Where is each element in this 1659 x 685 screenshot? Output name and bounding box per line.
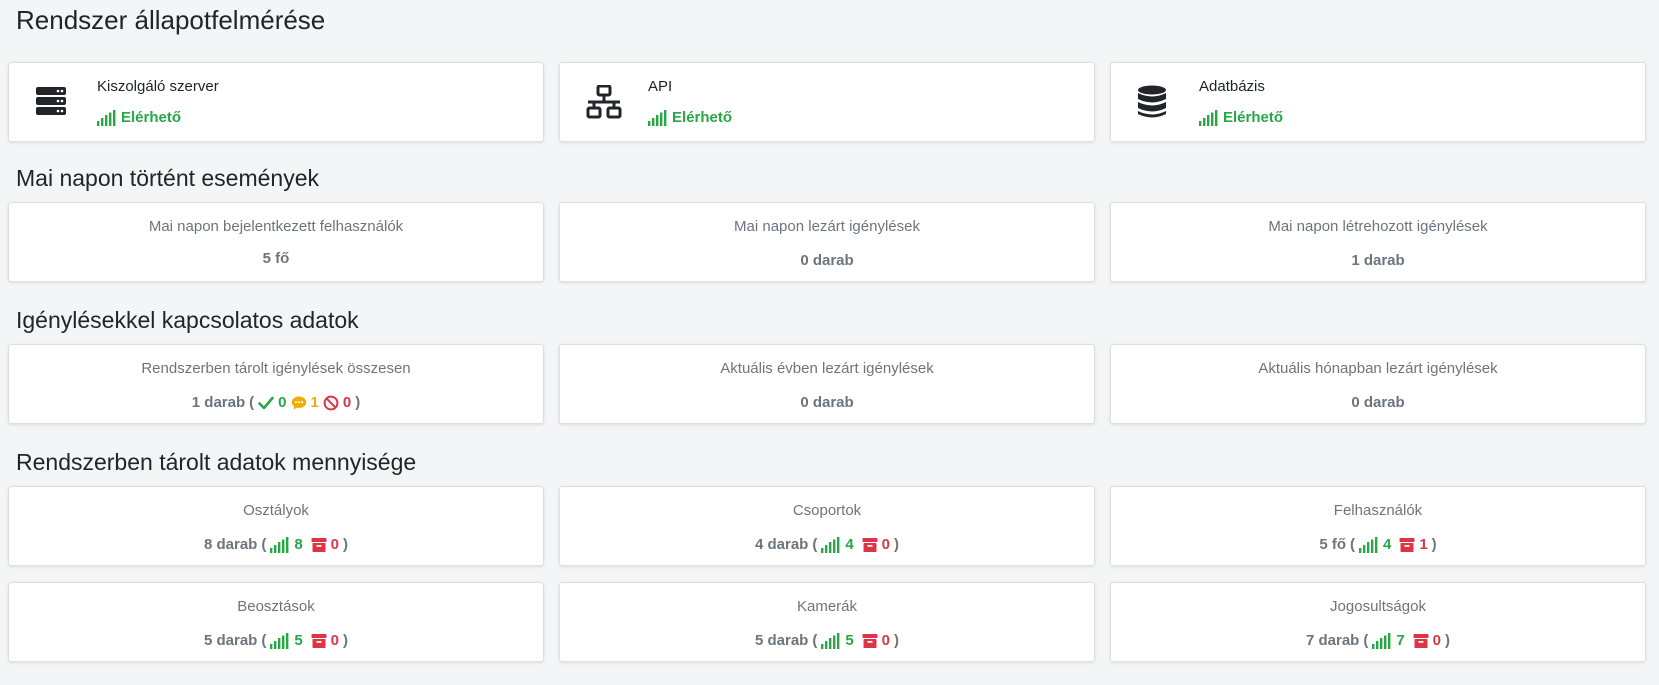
signal-icon xyxy=(1199,110,1219,126)
stat-label: Osztályok xyxy=(243,502,309,519)
paren-close: ) xyxy=(894,632,900,649)
stat-card-groups: Csoportok 4 darab(4 0) xyxy=(559,486,1095,566)
signal-icon xyxy=(821,633,841,649)
signal-icon xyxy=(270,537,290,553)
stat-value: 5 darab xyxy=(203,632,258,649)
stat-value: 8 darab xyxy=(203,536,258,553)
paren-close: ) xyxy=(1431,536,1437,553)
archive-icon xyxy=(311,537,327,553)
paren-open: ( xyxy=(261,536,267,553)
active-count: 4 xyxy=(845,536,854,553)
stat-card-closed-this-year: Aktuális évben lezárt igénylések 0 darab xyxy=(559,344,1095,424)
section-title-today: Mai napon történt események xyxy=(16,165,320,191)
status-card-database: Adatbázis Elérhető xyxy=(1110,62,1646,142)
archived-count: 1 xyxy=(1419,536,1428,553)
stat-card-closed-today: Mai napon lezárt igénylések 0 darab xyxy=(559,202,1095,282)
stat-card-users: Felhasználók 5 fő(4 1) xyxy=(1110,486,1646,566)
stat-label: Beosztások xyxy=(237,598,315,615)
archive-icon xyxy=(311,633,327,649)
comment-icon xyxy=(291,395,307,411)
archived-count: 0 xyxy=(1432,632,1442,649)
paren-open: ( xyxy=(1349,536,1355,553)
signal-icon xyxy=(648,110,668,126)
server-icon xyxy=(35,85,69,119)
stat-value: 4 darab xyxy=(754,536,809,553)
paren-open: ( xyxy=(249,394,255,411)
paren-open: ( xyxy=(261,632,267,649)
stat-value: 5 fő xyxy=(1319,536,1346,553)
status-state: Elérhető xyxy=(1223,109,1284,126)
archived-count: 0 xyxy=(330,632,340,649)
status-name: Adatbázis xyxy=(1199,78,1265,95)
ban-icon xyxy=(323,395,339,411)
status-state: Elérhető xyxy=(672,109,733,126)
stat-label: Aktuális évben lezárt igénylések xyxy=(720,360,934,377)
stat-card-created-today: Mai napon létrehozott igénylések 1 darab xyxy=(1110,202,1646,282)
archived-count: 0 xyxy=(881,536,891,553)
status-name: API xyxy=(648,78,673,95)
status-name: Kiszolgáló szerver xyxy=(97,78,219,95)
stat-card-departments: Osztályok 8 darab(8 0) xyxy=(8,486,544,566)
stat-value: 0 darab xyxy=(800,394,854,411)
paren-open: ( xyxy=(1363,632,1369,649)
archive-icon xyxy=(1413,633,1429,649)
active-count: 4 xyxy=(1382,536,1392,553)
stat-card-cameras: Kamerák 5 darab(5 0) xyxy=(559,582,1095,662)
signal-icon xyxy=(270,633,290,649)
archive-icon xyxy=(862,537,878,553)
stat-value: 7 darab xyxy=(1305,632,1360,649)
stat-value: 0 darab xyxy=(800,252,854,269)
stat-label: Aktuális hónapban lezárt igénylések xyxy=(1258,360,1498,377)
status-card-server: Kiszolgáló szerver Elérhető xyxy=(8,62,544,142)
paren-close: ) xyxy=(343,632,349,649)
page-title: Rendszer állapotfelmérése xyxy=(16,5,326,35)
active-count: 5 xyxy=(294,632,303,649)
signal-icon xyxy=(97,110,117,126)
network-icon xyxy=(586,84,622,119)
stat-card-closed-this-month: Aktuális hónapban lezárt igénylések 0 da… xyxy=(1110,344,1646,424)
active-count: 5 xyxy=(845,632,854,649)
stat-card-permissions: Jogosultságok 7 darab(7 0) xyxy=(1110,582,1646,662)
archived-count: 0 xyxy=(330,536,340,553)
paren-open: ( xyxy=(812,632,818,649)
active-count: 7 xyxy=(1396,632,1405,649)
stat-label: Jogosultságok xyxy=(1330,598,1426,615)
signal-icon xyxy=(821,537,841,553)
stat-label: Csoportok xyxy=(792,502,862,519)
signal-icon xyxy=(1372,633,1392,649)
stat-value: 0 darab xyxy=(1351,394,1405,411)
archive-icon xyxy=(1399,537,1415,553)
stat-card-positions: Beosztások 5 darab(5 0) xyxy=(8,582,544,662)
stat-label: Kamerák xyxy=(796,598,858,615)
paren-open: ( xyxy=(812,536,818,553)
stat-card-requests-total: Rendszerben tárolt igénylések összesen 1… xyxy=(8,344,544,424)
check-icon xyxy=(258,395,274,411)
stat-label: Felhasználók xyxy=(1333,502,1423,519)
active-count: 8 xyxy=(294,536,303,553)
database-icon xyxy=(1137,85,1171,119)
approved-count: 0 xyxy=(278,394,287,411)
stat-card-logged-in-today: Mai napon bejelentkezett felhasználók 5 … xyxy=(8,202,544,282)
paren-close: ) xyxy=(343,536,349,553)
status-state: Elérhető xyxy=(121,109,182,126)
stat-value: 5 fő xyxy=(262,250,290,267)
stat-value: 5 darab xyxy=(754,632,809,649)
archive-icon xyxy=(862,633,878,649)
stat-label: Mai napon bejelentkezett felhasználók xyxy=(148,218,404,235)
rejected-count: 0 xyxy=(342,394,352,411)
stat-label: Mai napon létrehozott igénylések xyxy=(1268,218,1488,235)
stat-label: Rendszerben tárolt igénylések összesen xyxy=(141,360,411,377)
stat-value: 1 darab xyxy=(191,394,246,411)
paren-close: ) xyxy=(894,536,900,553)
section-title-stored: Rendszerben tárolt adatok mennyisége xyxy=(16,449,417,475)
pending-count: 1 xyxy=(310,394,319,411)
stat-value: 1 darab xyxy=(1351,252,1405,269)
paren-close: ) xyxy=(1445,632,1451,649)
stat-label: Mai napon lezárt igénylések xyxy=(734,218,920,235)
signal-icon xyxy=(1359,537,1379,553)
paren-close: ) xyxy=(355,394,361,411)
section-title-requests: Igénylésekkel kapcsolatos adatok xyxy=(16,307,359,333)
archived-count: 0 xyxy=(881,632,891,649)
status-card-api: API Elérhető xyxy=(559,62,1095,142)
